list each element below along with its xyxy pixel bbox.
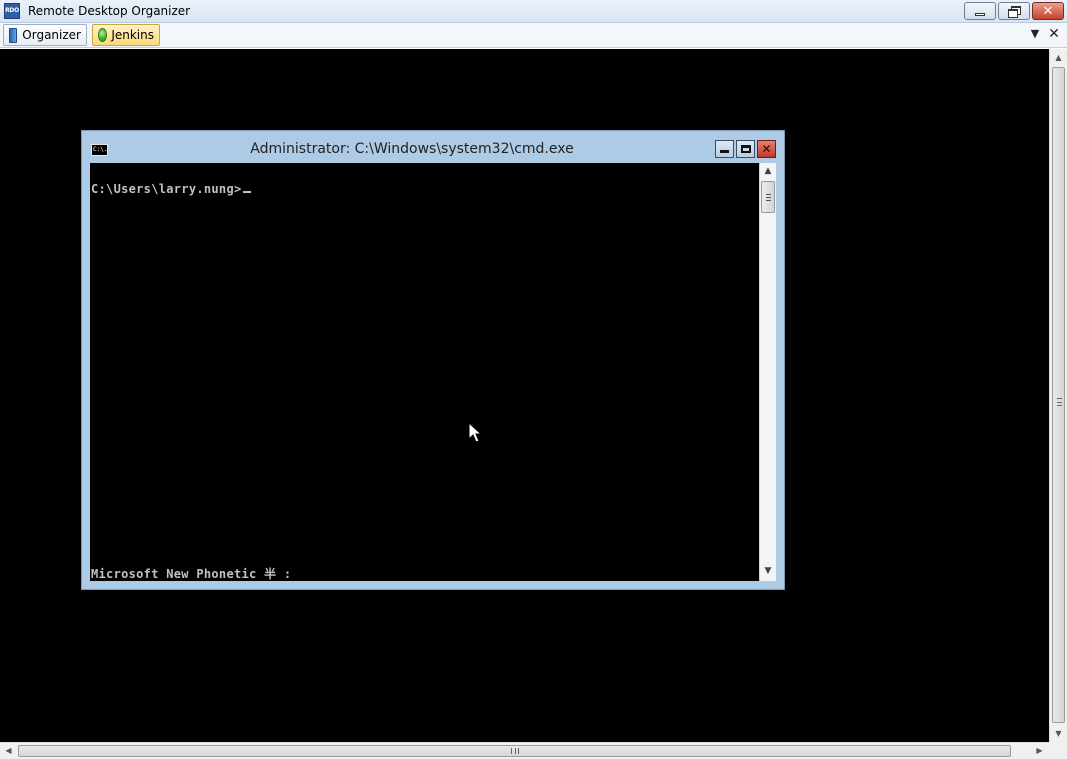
- grip-icon: [511, 748, 519, 754]
- vertical-scrollbar[interactable]: ▲ ▼: [1049, 49, 1067, 742]
- horizontal-scrollbar[interactable]: ◀ ▶: [0, 742, 1049, 759]
- cmd-vertical-scrollbar[interactable]: ▲ ▼: [759, 163, 776, 581]
- app-title: Remote Desktop Organizer: [28, 4, 191, 18]
- scroll-up-icon[interactable]: ▲: [1050, 49, 1067, 66]
- book-icon: [9, 27, 18, 43]
- tab-list-dropdown-icon[interactable]: ▼: [1028, 27, 1042, 43]
- close-tab-icon[interactable]: ✕: [1047, 26, 1061, 42]
- app-titlebar: RDO Remote Desktop Organizer ✕: [0, 0, 1067, 23]
- restore-button[interactable]: [998, 2, 1030, 20]
- grip-icon: [1057, 398, 1062, 406]
- tab-strip: Organizer Jenkins ▼ ✕: [0, 23, 1067, 48]
- cmd-window[interactable]: C:\. Administrator: C:\Windows\system32\…: [81, 130, 785, 590]
- cmd-maximize-button[interactable]: [736, 140, 755, 158]
- minimize-icon: [720, 150, 729, 153]
- maximize-icon: [740, 145, 751, 153]
- command-prompt-line[interactable]: C:\Users\larry.nung>: [91, 182, 251, 196]
- rdo-app-icon[interactable]: RDO: [4, 3, 20, 19]
- close-icon: ✕: [1042, 3, 1054, 19]
- horizontal-scroll-thumb[interactable]: [18, 745, 1011, 757]
- text-cursor: [242, 191, 251, 193]
- restore-icon: [1008, 6, 1021, 18]
- minimize-icon: [975, 12, 985, 16]
- scroll-down-icon[interactable]: ▼: [760, 563, 776, 580]
- scroll-up-icon[interactable]: ▲: [760, 163, 776, 180]
- tab-jenkins[interactable]: Jenkins: [92, 24, 160, 46]
- prompt-text: C:\Users\larry.nung>: [91, 182, 242, 196]
- scroll-down-icon[interactable]: ▼: [1050, 725, 1067, 742]
- scroll-left-icon[interactable]: ◀: [0, 743, 17, 759]
- cmd-title: Administrator: C:\Windows\system32\cmd.e…: [250, 141, 574, 157]
- vertical-scroll-thumb[interactable]: [1052, 67, 1065, 723]
- minimize-button[interactable]: [964, 2, 996, 20]
- scroll-thumb[interactable]: [761, 181, 775, 213]
- cmd-close-button[interactable]: ✕: [757, 140, 776, 158]
- cmd-minimize-button[interactable]: [715, 140, 734, 158]
- green-status-icon: [98, 28, 108, 42]
- grip-icon: [766, 194, 771, 201]
- scroll-right-icon[interactable]: ▶: [1031, 743, 1048, 759]
- scrollbar-corner: [1049, 742, 1067, 759]
- ime-status-line: Microsoft New Phonetic 半 :: [91, 567, 292, 581]
- tab-label: Organizer: [22, 28, 81, 42]
- mouse-pointer-icon: [468, 422, 482, 443]
- tab-organizer[interactable]: Organizer: [3, 24, 87, 46]
- console-output[interactable]: C:\Users\larry.nung> Microsoft New Phone…: [90, 163, 759, 581]
- tab-label: Jenkins: [111, 28, 154, 42]
- close-button[interactable]: ✕: [1032, 2, 1064, 20]
- close-icon: ✕: [761, 142, 772, 156]
- cmd-titlebar[interactable]: C:\. Administrator: C:\Windows\system32\…: [82, 131, 784, 163]
